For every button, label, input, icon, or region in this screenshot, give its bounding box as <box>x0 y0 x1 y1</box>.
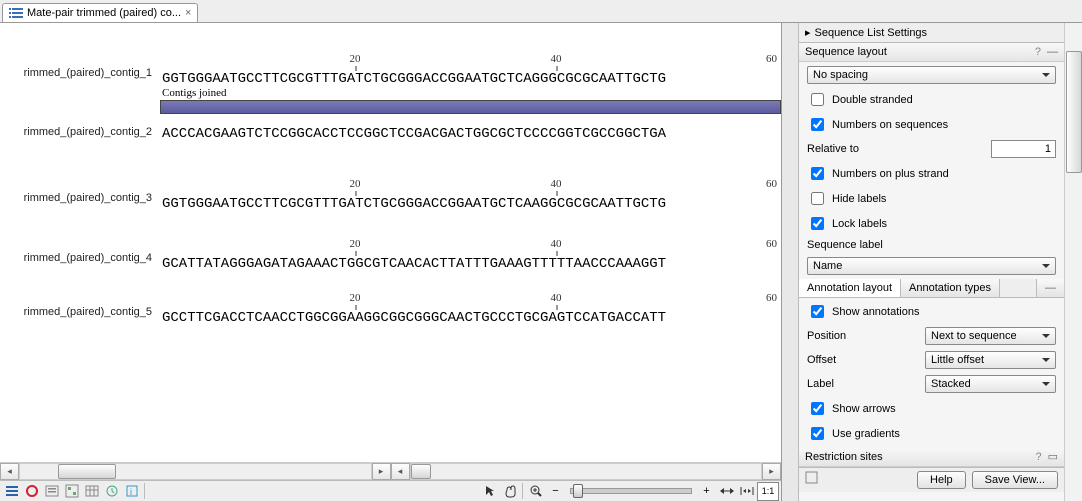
scrollbar-thumb[interactable] <box>411 464 431 479</box>
view-text-icon[interactable] <box>42 482 61 501</box>
editor-tab-bar: Mate-pair trimmed (paired) co... × <box>0 0 1082 23</box>
side-panel: ▸ Sequence List Settings Sequence layout… <box>782 23 1082 501</box>
sequence-row: rimmed_(paired)_contig_5 20 40 60 GCCTTC… <box>0 292 781 326</box>
fit-width-icon[interactable] <box>717 482 736 501</box>
view-dotplot-icon[interactable] <box>62 482 81 501</box>
panel-vertical-scrollbar[interactable] <box>1064 23 1082 501</box>
help-hint-icon[interactable]: ? <box>1035 46 1041 58</box>
ruler: 20 40 60 <box>160 53 781 67</box>
scroll-right-button[interactable]: ▸ <box>372 463 391 480</box>
sequence-row: rimmed_(paired)_contig_4 20 40 60 GCATTA… <box>0 238 781 272</box>
sequence-bases[interactable]: GGTGGGAATGCCTTCGCGTTTGATCTGCGGGACCGGAATG… <box>160 67 781 87</box>
ruler: 20 40 60 <box>160 292 781 306</box>
sequence-label-label: Sequence label <box>807 239 1056 251</box>
ruler: 20 40 60 <box>160 238 781 252</box>
sequence-name: rimmed_(paired)_contig_4 <box>0 238 160 264</box>
sequence-row: rimmed_(paired)_contig_2 ACCCACGAAGTCTCC… <box>0 126 781 142</box>
relative-to-label: Relative to <box>807 143 985 155</box>
sequence-name: rimmed_(paired)_contig_1 <box>0 53 160 79</box>
document-tab[interactable]: Mate-pair trimmed (paired) co... × <box>2 3 198 22</box>
annotation-bar[interactable] <box>160 100 781 114</box>
label-scrollbar-track[interactable] <box>19 463 372 480</box>
expand-icon[interactable]: ▸ <box>805 26 811 39</box>
scroll-left-button[interactable]: ◂ <box>391 463 410 480</box>
annotation-tabs: Annotation layout Annotation types — <box>799 279 1064 298</box>
panel-header: ▸ Sequence List Settings <box>799 23 1064 43</box>
zoom-out-icon[interactable]: − <box>546 482 565 501</box>
offset-combo[interactable]: Little offset <box>925 351 1056 369</box>
sequence-area[interactable]: rimmed_(paired)_contig_1 20 40 60 GGTGGG… <box>0 23 781 462</box>
sequence-name: rimmed_(paired)_contig_3 <box>0 178 160 204</box>
numbers-plus-strand-checkbox[interactable] <box>811 167 824 180</box>
document-tab-title: Mate-pair trimmed (paired) co... <box>27 7 181 19</box>
spacing-combo[interactable]: No spacing <box>807 66 1056 84</box>
use-gradients-checkbox[interactable] <box>811 427 824 440</box>
sequence-name: rimmed_(paired)_contig_2 <box>0 126 160 138</box>
view-circular-icon[interactable] <box>22 482 41 501</box>
section-restriction-sites[interactable]: Restriction sites ? ▭ <box>799 447 1064 467</box>
sequence-row: rimmed_(paired)_contig_3 20 40 60 GGTGGG… <box>0 178 781 212</box>
sequence-label-combo[interactable]: Name <box>807 257 1056 275</box>
panel-title: Sequence List Settings <box>815 27 928 39</box>
section-sequence-layout[interactable]: Sequence layout ? — <box>799 43 1064 62</box>
zoom-1to1-icon[interactable]: 1:1 <box>757 482 779 501</box>
pan-tool-icon[interactable] <box>500 482 519 501</box>
help-hint-icon[interactable]: ? <box>1035 451 1041 463</box>
sequence-row: rimmed_(paired)_contig_1 20 40 60 GGTGGG… <box>0 53 781 114</box>
zoom-slider[interactable] <box>570 488 692 494</box>
sequence-bases[interactable]: GCATTATAGGGAGATAGAAACTGGCGTCAACACTTATTTG… <box>160 252 781 272</box>
zoom-in-icon[interactable] <box>526 482 545 501</box>
sequence-bases[interactable]: GCCTTCGACCTCAACCTGGCGGAAGGCGGCGGGCAACTGC… <box>160 306 781 326</box>
hide-labels-checkbox[interactable] <box>811 192 824 205</box>
scroll-right-button[interactable]: ▸ <box>762 463 781 480</box>
tab-annotation-types[interactable]: Annotation types <box>901 279 1000 297</box>
collapse-icon[interactable]: — <box>1047 46 1058 58</box>
sequence-viewer: rimmed_(paired)_contig_1 20 40 60 GGTGGG… <box>0 23 782 501</box>
view-info-icon[interactable]: i <box>122 482 141 501</box>
collapse-icon[interactable]: — <box>1036 279 1064 297</box>
close-tab-icon[interactable]: × <box>185 7 191 19</box>
annotation-label: Contigs joined <box>160 87 781 99</box>
show-arrows-checkbox[interactable] <box>811 402 824 415</box>
scroll-left-button[interactable]: ◂ <box>0 463 19 480</box>
fit-selection-icon[interactable] <box>737 482 756 501</box>
label-combo[interactable]: Stacked <box>925 375 1056 393</box>
show-annotations-checkbox[interactable] <box>811 305 824 318</box>
help-button[interactable]: Help <box>917 471 966 489</box>
double-stranded-checkbox[interactable] <box>811 93 824 106</box>
view-table-icon[interactable] <box>82 482 101 501</box>
position-combo[interactable]: Next to sequence <box>925 327 1056 345</box>
horizontal-scroll-area: ◂ ▸ ◂ ▸ <box>0 462 781 480</box>
sequence-name: rimmed_(paired)_contig_5 <box>0 292 160 318</box>
presets-icon[interactable] <box>805 471 818 484</box>
panel-footer: Help Save View... <box>799 467 1064 492</box>
numbers-on-sequences-checkbox[interactable] <box>811 118 824 131</box>
sequence-bases[interactable]: ACCCACGAAGTCTCCGGCACCTCCGGCTCCGACGACTGGC… <box>160 126 781 142</box>
relative-to-input[interactable] <box>991 140 1056 158</box>
sequence-bases[interactable]: GGTGGGAATGCCTTCGCGTTTGATCTGCGGGACCGGAATG… <box>160 192 781 212</box>
zoom-plus-icon[interactable]: + <box>697 482 716 501</box>
view-list-icon[interactable] <box>2 482 21 501</box>
save-view-button[interactable]: Save View... <box>972 471 1058 489</box>
sequence-scrollbar-track[interactable] <box>410 463 763 480</box>
scrollbar-thumb[interactable] <box>1066 51 1082 173</box>
expand-section-icon[interactable]: ▭ <box>1048 450 1058 463</box>
viewer-toolbar: i − + 1:1 <box>0 480 781 501</box>
selection-tool-icon[interactable] <box>480 482 499 501</box>
sequence-list-icon <box>9 7 23 19</box>
tab-annotation-layout[interactable]: Annotation layout <box>799 279 901 297</box>
lock-labels-checkbox[interactable] <box>811 217 824 230</box>
ruler: 20 40 60 <box>160 178 781 192</box>
view-history-icon[interactable] <box>102 482 121 501</box>
zoom-slider-thumb[interactable] <box>573 484 583 498</box>
side-tray[interactable] <box>782 23 799 501</box>
svg-text:i: i <box>130 487 132 497</box>
scrollbar-thumb[interactable] <box>58 464 116 479</box>
